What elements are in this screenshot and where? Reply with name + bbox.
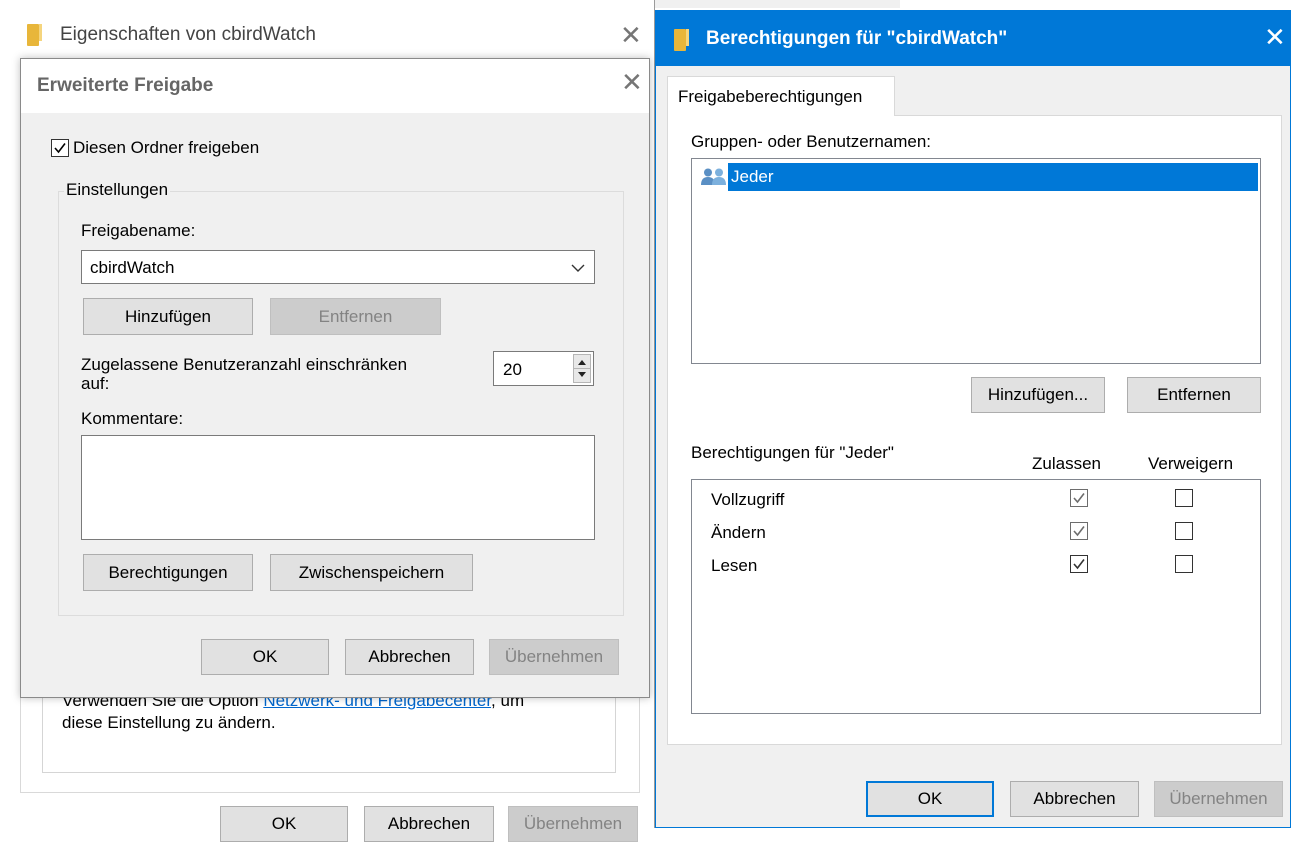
folder-icon xyxy=(27,24,42,46)
checkmark-icon xyxy=(1073,559,1085,570)
info-text-line2: diese Einstellung zu ändern. xyxy=(62,713,276,732)
user-row-selection xyxy=(728,163,1258,191)
tab-share-permissions-label: Freigabeberechtigungen xyxy=(678,87,863,106)
user-limit-label: Zugelassene Benutzeranzahl einschränken … xyxy=(81,355,408,393)
perm-apply-button: Übernehmen xyxy=(1154,781,1283,817)
allow-header: Zulassen xyxy=(1032,454,1101,473)
share-folder-label[interactable]: Diesen Ordner freigeben xyxy=(73,138,259,158)
spinner-arrows-icon[interactable] xyxy=(573,354,591,383)
advanced-share-titlebar[interactable]: Erweiterte Freigabe ✕ xyxy=(21,59,649,113)
settings-group-label: Einstellungen xyxy=(64,180,171,200)
chevron-down-icon xyxy=(571,264,585,272)
share-add-button[interactable]: Hinzufügen xyxy=(83,298,253,335)
perm-add-button[interactable]: Hinzufügen... xyxy=(971,377,1105,413)
close-icon[interactable]: ✕ xyxy=(620,22,642,48)
deny-read-checkbox[interactable] xyxy=(1175,555,1193,573)
comments-label: Kommentare: xyxy=(81,409,184,428)
deny-change-checkbox[interactable] xyxy=(1175,522,1193,540)
comments-textarea[interactable] xyxy=(81,435,595,540)
properties-apply-button: Übernehmen xyxy=(508,806,638,842)
permissions-list xyxy=(691,479,1261,714)
close-icon[interactable]: ✕ xyxy=(621,69,643,95)
perms-for-label: Berechtigungen für "Jeder" xyxy=(691,443,894,462)
checkmark-icon xyxy=(1073,493,1085,504)
properties-ok-button[interactable]: OK xyxy=(220,806,348,842)
advanced-share-title: Erweiterte Freigabe xyxy=(37,75,214,96)
allow-full-control-checkbox xyxy=(1070,489,1088,507)
share-remove-button: Entfernen xyxy=(270,298,441,335)
users-group-icon xyxy=(701,168,726,185)
share-name-label: Freigabename: xyxy=(81,221,196,240)
permissions-titlebar[interactable]: Berechtigungen für "cbirdWatch" ✕ xyxy=(656,11,1290,66)
advanced-share-dialog: Erweiterte Freigabe ✕ Diesen Ordner frei… xyxy=(20,58,650,698)
user-limit-spinner[interactable]: 20 xyxy=(493,351,594,386)
share-name-dropdown[interactable]: cbirdWatch xyxy=(81,250,595,284)
properties-titlebar[interactable]: Eigenschaften von cbirdWatch ✕ xyxy=(0,0,654,58)
permission-name: Vollzugriff xyxy=(711,490,785,509)
perm-ok-button[interactable]: OK xyxy=(866,781,994,817)
deny-full-control-checkbox[interactable] xyxy=(1175,489,1193,507)
background-window-strip xyxy=(655,0,900,8)
groups-label: Gruppen- oder Benutzernamen: xyxy=(691,132,932,151)
permissions-dialog: Berechtigungen für "cbirdWatch" ✕ Freiga… xyxy=(655,10,1291,828)
permissions-button[interactable]: Berechtigungen xyxy=(83,554,253,591)
caching-button[interactable]: Zwischenspeichern xyxy=(270,554,473,591)
permission-name: Ändern xyxy=(711,523,766,542)
users-listbox[interactable]: Jeder xyxy=(691,158,1261,364)
user-name-jeder: Jeder xyxy=(731,167,774,186)
perm-remove-button[interactable]: Entfernen xyxy=(1127,377,1261,413)
checkmark-icon xyxy=(1073,526,1085,537)
permissions-title: Berechtigungen für "cbirdWatch" xyxy=(706,28,1008,49)
advanced-cancel-button[interactable]: Abbrechen xyxy=(345,639,474,675)
folder-icon xyxy=(674,29,689,51)
perm-cancel-button[interactable]: Abbrechen xyxy=(1010,781,1139,817)
share-name-value: cbirdWatch xyxy=(90,258,175,277)
user-row-jeder[interactable]: Jeder xyxy=(694,163,1258,191)
share-folder-checkbox[interactable] xyxy=(51,139,69,157)
properties-cancel-button[interactable]: Abbrechen xyxy=(364,806,494,842)
properties-title: Eigenschaften von cbirdWatch xyxy=(60,24,316,45)
permission-name: Lesen xyxy=(711,556,758,575)
advanced-apply-button: Übernehmen xyxy=(489,639,619,675)
advanced-ok-button[interactable]: OK xyxy=(201,639,329,675)
deny-header: Verweigern xyxy=(1148,454,1234,473)
allow-read-checkbox[interactable] xyxy=(1070,555,1088,573)
user-limit-value: 20 xyxy=(503,360,522,379)
allow-change-checkbox xyxy=(1070,522,1088,540)
close-icon[interactable]: ✕ xyxy=(1264,24,1286,50)
tab-share-permissions[interactable]: Freigabeberechtigungen xyxy=(667,76,895,116)
checkmark-icon xyxy=(54,143,66,154)
